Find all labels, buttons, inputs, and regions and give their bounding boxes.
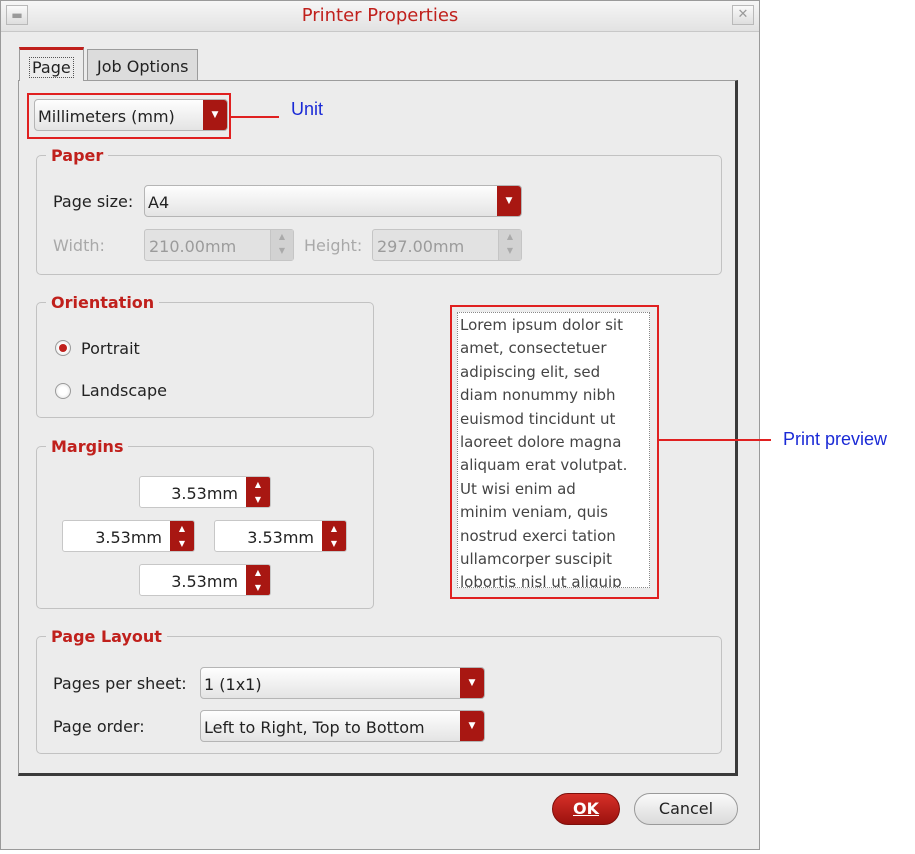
pages-per-sheet-dropdown[interactable]: 1 (1x1) ▼ [200,667,485,699]
close-icon[interactable]: ✕ [732,5,754,25]
page-layout-legend: Page Layout [46,627,167,646]
width-value: 210.00mm [149,237,237,256]
page-order-dropdown[interactable]: Left to Right, Top to Bottom ▼ [200,710,485,742]
margin-right-value: 3.53mm [247,528,314,547]
tab-job-options-label: Job Options [97,57,189,76]
page-size-value: A4 [148,193,170,212]
margin-bottom-spinbox[interactable]: 3.53mm ▲ ▼ [139,564,271,596]
paper-legend: Paper [46,146,109,165]
title-bar: ▬ Printer Properties ✕ [1,1,759,32]
preview-annotation-box [450,305,659,599]
preview-annotation-line [659,439,771,441]
unit-annotation-label: Unit [291,99,324,119]
preview-annotation-label: Print preview [783,429,888,449]
margin-left-spinbox[interactable]: 3.53mm ▲ ▼ [62,520,195,552]
spin-arrows-icon[interactable]: ▲ ▼ [322,521,346,551]
pages-per-sheet-label: Pages per sheet: [53,674,187,693]
height-value: 297.00mm [377,237,465,256]
chevron-down-icon: ▼ [460,668,484,698]
orientation-group: Orientation [36,293,374,418]
cancel-button-label: Cancel [658,799,714,818]
unit-annotation-box [27,93,231,139]
page-size-dropdown[interactable]: A4 ▼ [144,185,522,217]
orientation-legend: Orientation [46,293,160,312]
margin-right-spinbox[interactable]: 3.53mm ▲ ▼ [214,520,347,552]
spin-arrows-icon: ▲ ▼ [498,230,521,260]
landscape-label[interactable]: Landscape [81,381,167,400]
pages-per-sheet-value: 1 (1x1) [204,675,262,694]
spin-arrows-icon[interactable]: ▲ ▼ [170,521,194,551]
tab-job-options[interactable]: Job Options [87,49,199,81]
height-label: Height: [304,236,363,255]
margin-top-spinbox[interactable]: 3.53mm ▲ ▼ [139,476,271,508]
margins-legend: Margins [46,437,129,456]
page-order-label: Page order: [53,717,145,736]
ok-button[interactable]: OK [552,793,620,825]
height-spinbox: 297.00mm ▲ ▼ [372,229,522,261]
landscape-radio[interactable] [55,383,71,399]
margin-bottom-value: 3.53mm [171,572,238,591]
window-title: Printer Properties [301,5,459,26]
page-size-label: Page size: [53,192,134,211]
margin-top-value: 3.53mm [171,484,238,503]
chevron-down-icon: ▼ [460,711,484,741]
portrait-radio[interactable] [55,340,71,356]
tab-page[interactable]: Page [19,47,84,81]
spin-arrows-icon[interactable]: ▲ ▼ [246,477,270,507]
width-label: Width: [53,236,105,255]
portrait-label[interactable]: Portrait [81,339,140,358]
tab-page-label: Page [29,57,74,78]
unit-annotation-line [231,116,279,118]
spin-arrows-icon: ▲ ▼ [270,230,293,260]
page-order-value: Left to Right, Top to Bottom [204,718,425,737]
width-spinbox: 210.00mm ▲ ▼ [144,229,294,261]
spin-arrows-icon[interactable]: ▲ ▼ [246,565,270,595]
margin-left-value: 3.53mm [95,528,162,547]
chevron-down-icon: ▼ [497,186,521,216]
cancel-button[interactable]: Cancel [634,793,738,825]
ok-button-label: OK [573,799,599,818]
